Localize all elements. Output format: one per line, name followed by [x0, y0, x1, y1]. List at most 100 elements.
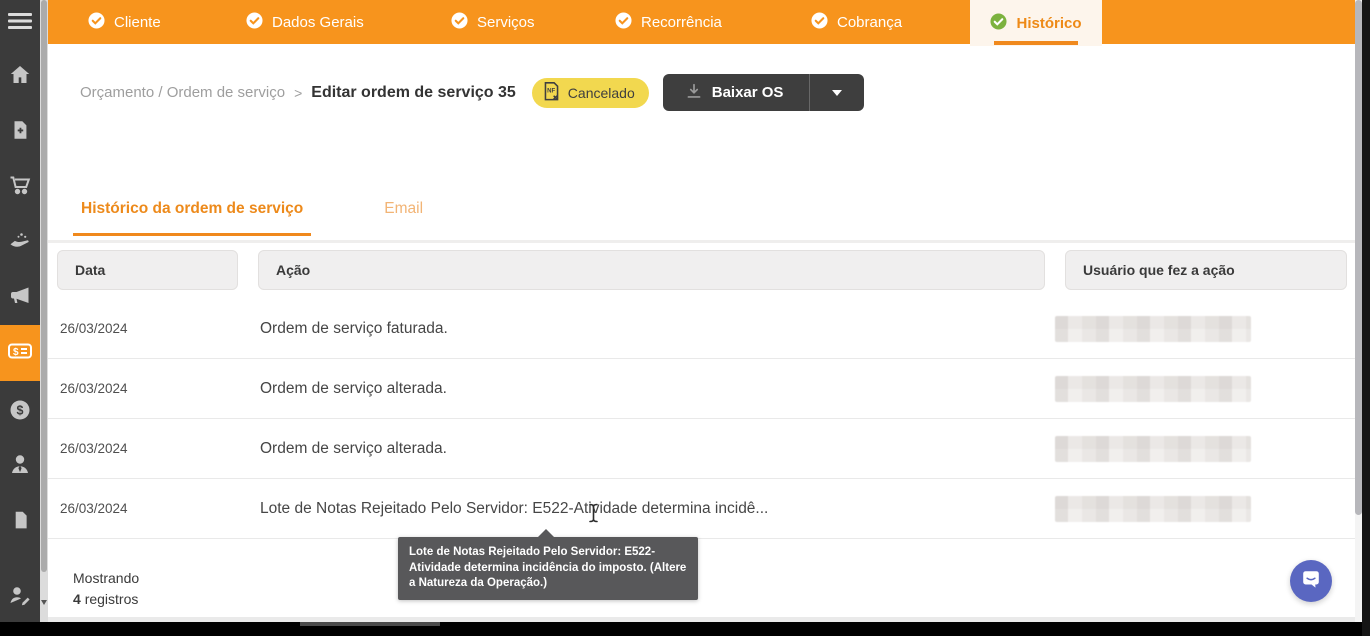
menu-toggle-button[interactable] [0, 4, 40, 38]
history-table: 26/03/2024 Ordem de serviço faturada. 26… [48, 299, 1355, 539]
step-dados-gerais[interactable]: Dados Gerais [246, 0, 364, 44]
check-circle-green-icon [990, 13, 1007, 34]
text-cursor [587, 503, 600, 528]
step-label: Dados Gerais [272, 14, 364, 31]
window-frame-right [1362, 0, 1370, 636]
row-action: Ordem de serviço faturada. [260, 320, 1055, 338]
redacted-user-name [1055, 436, 1251, 462]
status-badge: NF Cancelado [532, 78, 649, 108]
page-scrollbar-thumb[interactable] [1355, 0, 1362, 515]
cart-icon [8, 173, 32, 197]
sidebar-item-user-edit[interactable] [0, 578, 40, 612]
row-user [1055, 496, 1355, 522]
download-os-label: Baixar OS [712, 84, 784, 101]
sidebar-item-billing-active[interactable]: $ [0, 325, 40, 381]
page-header: Orçamento / Ordem de serviço > Editar or… [80, 74, 864, 111]
redacted-user-name [1055, 316, 1251, 342]
row-date: 26/03/2024 [60, 441, 260, 456]
step-label: Cobrança [837, 14, 902, 31]
step-label: Cliente [114, 14, 161, 31]
check-circle-icon [811, 12, 828, 33]
tabs-divider [48, 240, 1355, 243]
row-date: 26/03/2024 [60, 501, 260, 516]
check-circle-icon [451, 12, 468, 33]
sidebar-item-finance[interactable]: $ [0, 393, 40, 427]
menu-icon [7, 10, 33, 32]
dollar-circle-icon: $ [8, 398, 32, 422]
check-circle-icon [246, 12, 263, 33]
download-icon [685, 82, 703, 104]
row-date: 26/03/2024 [60, 321, 260, 336]
app-window: $ $ Cliente Dados Gerais [0, 0, 1370, 636]
chat-bubble-icon [1300, 568, 1322, 595]
row-action: Ordem de serviço alterada. [260, 440, 1055, 458]
download-os-split-button: Baixar OS [663, 74, 865, 111]
file-plus-icon [9, 118, 31, 142]
document-icon [10, 508, 31, 532]
table-row[interactable]: 26/03/2024 Lote de Notas Rejeitado Pelo … [48, 479, 1355, 539]
table-row[interactable]: 26/03/2024 Ordem de serviço alterada. [48, 359, 1355, 419]
sidebar-scrollbar[interactable] [40, 0, 48, 622]
sidebar-scrollbar-thumb[interactable] [41, 0, 47, 572]
tooltip-text: Lote de Notas Rejeitado Pelo Servidor: E… [409, 546, 686, 589]
table-row[interactable]: 26/03/2024 Ordem de serviço faturada. [48, 299, 1355, 359]
sidebar: $ $ [0, 0, 40, 622]
billing-icon: $ [7, 339, 33, 368]
tab-email[interactable]: Email [376, 194, 431, 236]
tab-historico-os[interactable]: Histórico da ordem de serviço [73, 194, 311, 236]
step-cobranca[interactable]: Cobrança [811, 0, 902, 44]
horizontal-scrollbar-thumb[interactable] [300, 622, 440, 626]
row-date: 26/03/2024 [60, 381, 260, 396]
sidebar-item-services[interactable] [0, 223, 40, 257]
scrollbar-down-arrow-icon[interactable] [41, 600, 47, 608]
download-os-button[interactable]: Baixar OS [663, 82, 810, 104]
column-header-acao[interactable]: Ação [258, 250, 1045, 290]
step-cliente[interactable]: Cliente [88, 0, 161, 44]
check-circle-icon [88, 12, 105, 33]
records-count-value: 4 [73, 591, 81, 607]
megaphone-icon [8, 283, 32, 307]
breadcrumb-parent-link[interactable]: Orçamento / Ordem de serviço [80, 84, 285, 101]
svg-text:NF: NF [547, 89, 555, 95]
chevron-down-icon [832, 90, 842, 101]
sidebar-item-sales-cart[interactable] [0, 168, 40, 202]
row-action: Ordem de serviço alterada. [260, 380, 1055, 398]
sidebar-item-home[interactable] [0, 58, 40, 92]
page-title: Editar ordem de serviço 35 [311, 84, 516, 102]
content-tabs: Histórico da ordem de serviço Email [73, 194, 431, 236]
sidebar-item-marketing[interactable] [0, 278, 40, 312]
sidebar-item-new-document[interactable] [0, 113, 40, 147]
breadcrumb-separator: > [294, 85, 302, 101]
step-historico-active[interactable]: Histórico [970, 0, 1102, 46]
status-badge-label: Cancelado [568, 85, 635, 101]
column-header-usuario[interactable]: Usuário que fez a ação [1065, 250, 1347, 290]
step-recorrencia[interactable]: Recorrência [615, 0, 722, 44]
main-content: Cliente Dados Gerais Serviços Recorrênci… [48, 0, 1355, 622]
clients-icon [8, 451, 32, 477]
table-row[interactable]: 26/03/2024 Ordem de serviço alterada. [48, 419, 1355, 479]
step-label: Histórico [1016, 15, 1081, 32]
nf-cancelled-icon: NF [542, 80, 561, 105]
row-user [1055, 316, 1355, 342]
download-options-dropdown[interactable] [810, 74, 864, 111]
column-header-data[interactable]: Data [57, 250, 238, 290]
records-count: Mostrando 4 registros [73, 568, 139, 610]
step-label: Recorrência [641, 14, 722, 31]
step-servicos[interactable]: Serviços [451, 0, 535, 44]
redacted-user-name [1055, 376, 1251, 402]
row-action[interactable]: Lote de Notas Rejeitado Pelo Servidor: E… [260, 500, 1055, 518]
page-scrollbar[interactable] [1355, 0, 1362, 622]
step-label: Serviços [477, 14, 535, 31]
check-circle-icon [615, 12, 632, 33]
redacted-user-name [1055, 496, 1251, 522]
table-header: Data Ação Usuário que fez a ação [57, 250, 1347, 290]
hand-coins-icon [8, 228, 32, 252]
wizard-steps-bar: Cliente Dados Gerais Serviços Recorrênci… [48, 0, 1355, 44]
tooltip: Lote de Notas Rejeitado Pelo Servidor: E… [398, 537, 698, 600]
sidebar-item-documents[interactable] [0, 503, 40, 537]
showing-label: Mostrando [73, 568, 139, 589]
sidebar-item-clients[interactable] [0, 447, 40, 481]
chat-launcher-button[interactable] [1290, 560, 1332, 602]
home-icon [8, 63, 32, 87]
svg-text:$: $ [13, 346, 19, 357]
